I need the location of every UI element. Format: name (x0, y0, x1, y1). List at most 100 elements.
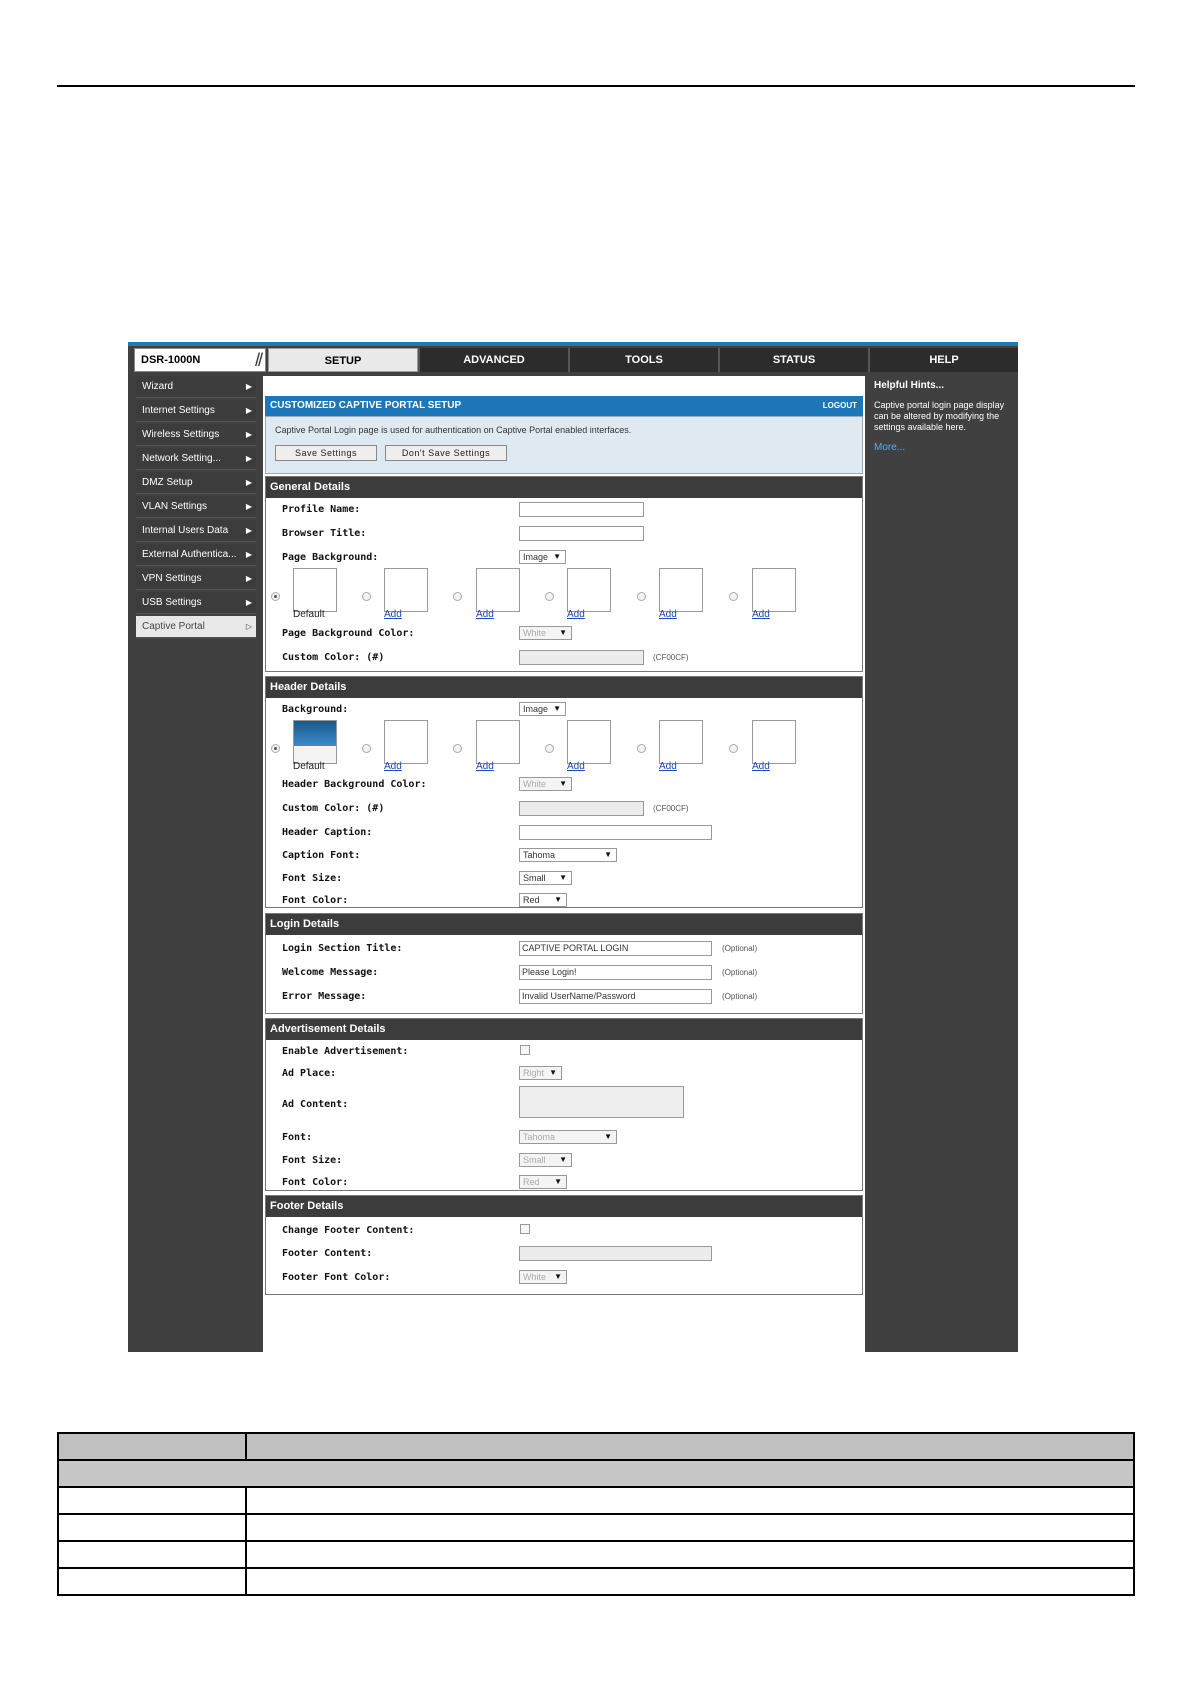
hdr-add-link-4[interactable]: Add (659, 761, 677, 772)
bg-thumb-3 (567, 568, 611, 612)
chevron-down-icon: ▼ (549, 1068, 557, 1077)
footer-font-color-label: Footer Font Color: (282, 1272, 391, 1283)
header-font-size-select[interactable]: Small ▼ (519, 871, 572, 885)
chevron-right-icon: ▶ (245, 502, 252, 511)
browser-title-input[interactable] (519, 526, 644, 541)
header-background-select[interactable]: Image ▼ (519, 702, 566, 716)
chevron-down-icon: ▼ (554, 1272, 562, 1281)
tab-advanced[interactable]: ADVANCED (418, 348, 568, 372)
hdr-radio-2[interactable] (453, 744, 462, 753)
hdr-radio-3[interactable] (545, 744, 554, 753)
custom-color-input[interactable] (519, 650, 644, 665)
change-footer-checkbox[interactable] (520, 1224, 530, 1234)
table-cell (57, 1432, 247, 1461)
help-more-link[interactable]: More... (874, 442, 905, 453)
table-cell (245, 1540, 1135, 1569)
hdr-add-link-5[interactable]: Add (752, 761, 770, 772)
chevron-right-icon: ▶ (245, 526, 252, 535)
sidebar-item-wizard[interactable]: Wizard ▶ (136, 376, 256, 398)
header-caption-input[interactable] (519, 825, 712, 840)
ad-font-label: Font: (282, 1132, 313, 1143)
hdr-radio-4[interactable] (637, 744, 646, 753)
ad-font-size-select[interactable]: Small ▼ (519, 1153, 572, 1167)
page-bg-color-label: Page Background Color: (282, 628, 415, 639)
sidebar-item-label: Captive Portal (142, 621, 205, 632)
profile-name-input[interactable] (519, 502, 644, 517)
sidebar-item-internet-settings[interactable]: Internet Settings ▶ (136, 400, 256, 422)
optional-hint: (Optional) (722, 944, 758, 953)
bg-default-label: Default (293, 609, 325, 620)
sidebar-item-captive-portal[interactable]: Captive Portal ▷ (136, 616, 256, 638)
chevron-right-icon: ▶ (245, 406, 252, 415)
sidebar-item-vpn-settings[interactable]: VPN Settings ▶ (136, 568, 256, 590)
bg-radio-5[interactable] (729, 592, 738, 601)
welcome-message-input[interactable]: Please Login! (519, 965, 712, 980)
save-settings-button[interactable]: Save Settings (275, 445, 377, 461)
sidebar-item-dmz-setup[interactable]: DMZ Setup ▶ (136, 472, 256, 494)
bg-radio-4[interactable] (637, 592, 646, 601)
intro-box: Captive Portal Login page is used for au… (265, 416, 863, 474)
bg-thumb-5 (752, 568, 796, 612)
enable-ad-checkbox[interactable] (520, 1045, 530, 1055)
table-cell (245, 1567, 1135, 1596)
chevron-down-icon: ▼ (554, 1177, 562, 1186)
bg-add-link-5[interactable]: Add (752, 609, 770, 620)
chevron-down-icon: ▼ (559, 1155, 567, 1164)
dont-save-settings-button[interactable]: Don't Save Settings (385, 445, 507, 461)
optional-hint: (Optional) (722, 992, 758, 1001)
login-section-title-input[interactable]: CAPTIVE PORTAL LOGIN (519, 941, 712, 956)
bg-radio-default[interactable] (271, 592, 280, 601)
footer-font-color-select[interactable]: White ▼ (519, 1270, 567, 1284)
section-title: Footer Details (266, 1196, 862, 1217)
sidebar-item-label: Internet Settings (142, 405, 215, 416)
bg-radio-3[interactable] (545, 592, 554, 601)
sidebar-item-label: USB Settings (142, 597, 202, 608)
header-bg-color-select[interactable]: White ▼ (519, 777, 572, 791)
sidebar-item-internal-users[interactable]: Internal Users Data ▶ (136, 520, 256, 542)
bg-radio-2[interactable] (453, 592, 462, 601)
header-details-section: Header Details Background: Image ▼ Defaul… (265, 676, 863, 908)
ad-font-color-select[interactable]: Red ▼ (519, 1175, 567, 1189)
select-value: Right (523, 1068, 545, 1078)
page-background-select[interactable]: Image ▼ (519, 550, 566, 564)
sidebar-item-label: Network Setting... (142, 453, 221, 464)
bg-radio-1[interactable] (362, 592, 371, 601)
hdr-radio-1[interactable] (362, 744, 371, 753)
footer-content-input[interactable] (519, 1246, 712, 1261)
enable-ad-label: Enable Advertisement: (282, 1046, 409, 1057)
bg-add-link-1[interactable]: Add (384, 609, 402, 620)
hdr-radio-default[interactable] (271, 744, 280, 753)
hdr-add-link-3[interactable]: Add (567, 761, 585, 772)
hdr-add-link-1[interactable]: Add (384, 761, 402, 772)
tab-help[interactable]: HELP (868, 348, 1018, 372)
chevron-down-icon: ▼ (553, 704, 561, 713)
tab-tools[interactable]: TOOLS (568, 348, 718, 372)
tab-status[interactable]: STATUS (718, 348, 868, 372)
bg-add-link-3[interactable]: Add (567, 609, 585, 620)
logout-link[interactable]: LOGOUT (823, 396, 857, 416)
page-bg-color-select[interactable]: White ▼ (519, 626, 572, 640)
sidebar-item-network-setting[interactable]: Network Setting... ▶ (136, 448, 256, 470)
header-custom-color-input[interactable] (519, 801, 644, 816)
select-value: Tahoma (523, 1132, 556, 1142)
bg-add-link-2[interactable]: Add (476, 609, 494, 620)
sidebar-item-vlan-settings[interactable]: VLAN Settings ▶ (136, 496, 256, 518)
header-font-color-select[interactable]: Red ▼ (519, 893, 567, 907)
header-custom-color-label: Custom Color: (#) (282, 803, 385, 814)
ad-content-textarea[interactable] (519, 1086, 684, 1118)
sidebar-item-external-auth[interactable]: External Authentica... ▶ (136, 544, 256, 566)
bg-thumb-1 (384, 568, 428, 612)
bg-add-link-4[interactable]: Add (659, 609, 677, 620)
ad-place-label: Ad Place: (282, 1068, 337, 1079)
error-message-input[interactable]: Invalid UserName/Password (519, 989, 712, 1004)
ad-font-select[interactable]: Tahoma ▼ (519, 1130, 617, 1144)
hdr-radio-5[interactable] (729, 744, 738, 753)
ad-place-select[interactable]: Right ▼ (519, 1066, 562, 1080)
hdr-add-link-2[interactable]: Add (476, 761, 494, 772)
sidebar-item-wireless-settings[interactable]: Wireless Settings ▶ (136, 424, 256, 446)
table-cell (57, 1513, 247, 1542)
tab-setup[interactable]: SETUP (268, 348, 418, 372)
caption-font-select[interactable]: Tahoma ▼ (519, 848, 617, 862)
sidebar-item-usb-settings[interactable]: USB Settings ▶ (136, 592, 256, 614)
table-row (57, 1513, 1135, 1542)
